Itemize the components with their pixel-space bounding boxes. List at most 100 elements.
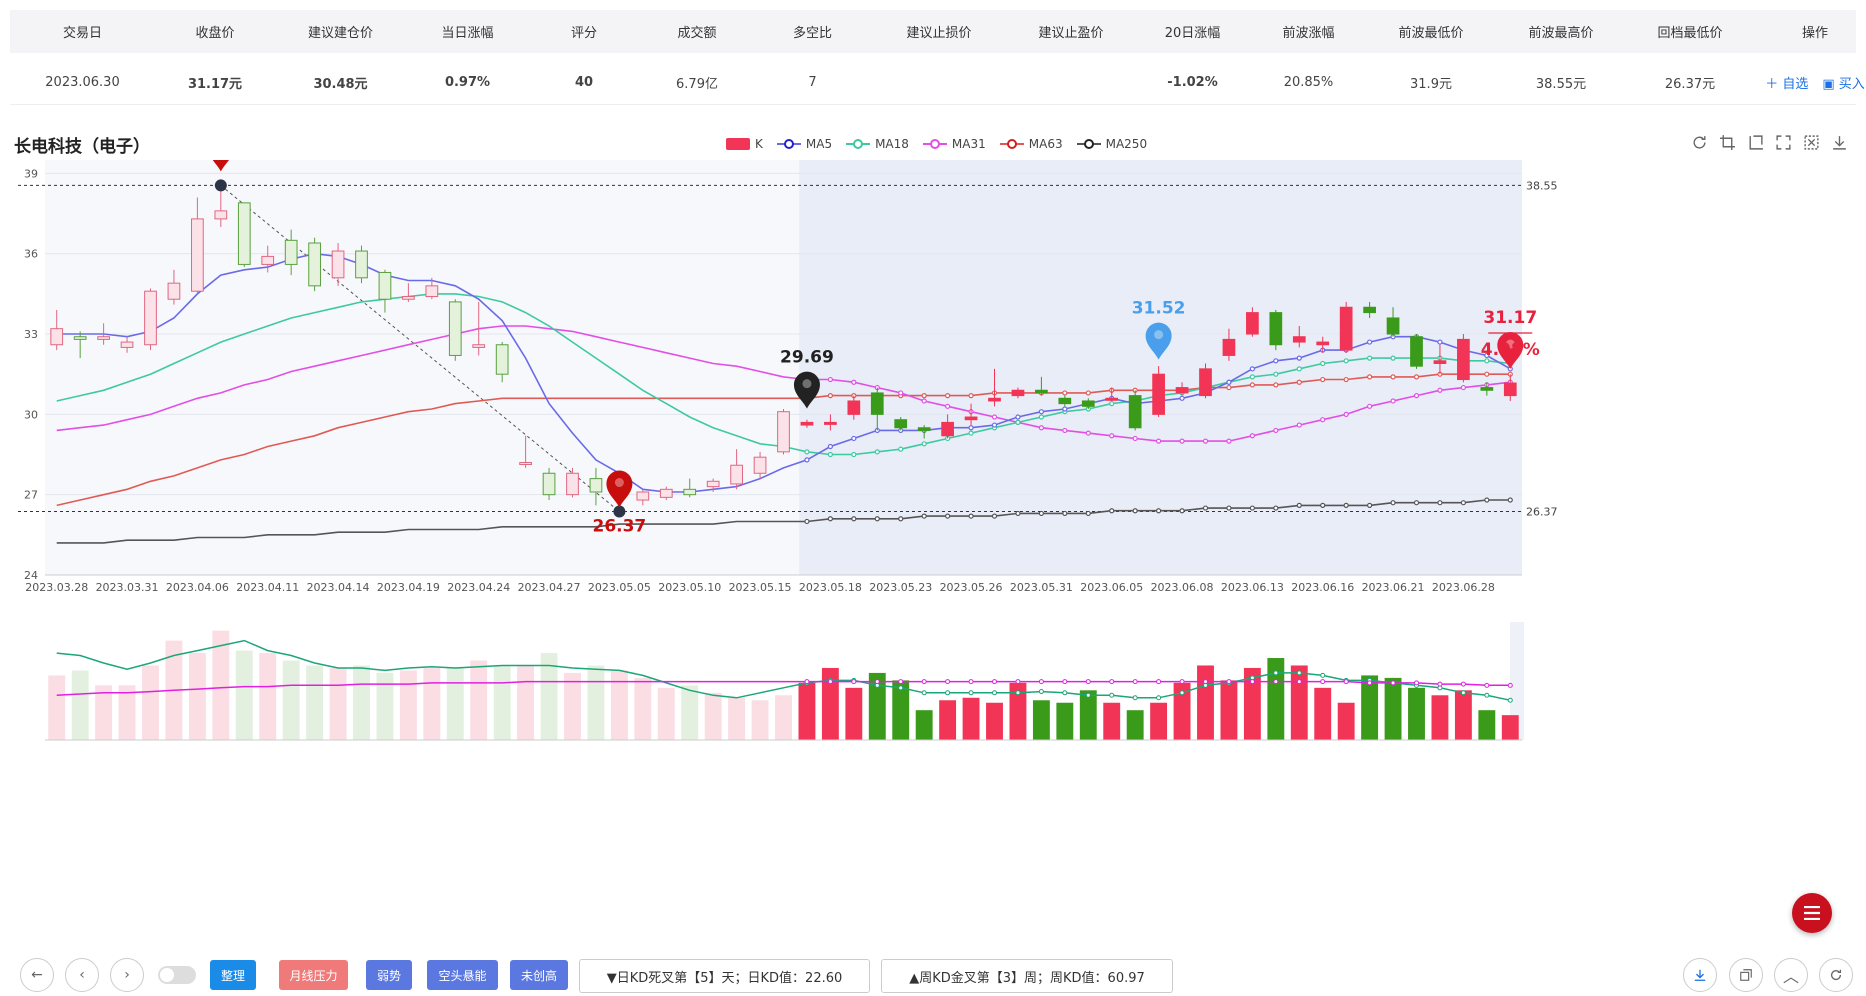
- scroll-top-button[interactable]: ︿: [1774, 958, 1808, 992]
- ma250-point: [1273, 505, 1279, 511]
- ma18-point: [804, 449, 810, 455]
- download-button[interactable]: [1683, 958, 1717, 992]
- volume-bar: [376, 672, 394, 740]
- cell-prev-wave: 20.85%: [1283, 74, 1334, 90]
- marker-label: 31.52: [1132, 299, 1186, 319]
- col-header-prev-low[interactable]: 前波最低价: [1366, 10, 1496, 53]
- col-header-entry[interactable]: 建议建仓价: [275, 10, 406, 53]
- candle-body: [237, 202, 251, 265]
- x-tick-label: 2023.04.11: [236, 581, 299, 594]
- col-header-ratio[interactable]: 多空比: [755, 10, 870, 53]
- menu-fab[interactable]: [1792, 893, 1832, 933]
- col-header-score[interactable]: 评分: [529, 10, 639, 53]
- refresh-icon[interactable]: [1691, 134, 1708, 151]
- download-icon: [1694, 969, 1706, 981]
- ma31-point: [1437, 387, 1443, 393]
- vol-line_a-point: [1460, 690, 1466, 696]
- tag-consolidate[interactable]: 整理: [210, 960, 256, 990]
- vol-line_b-point: [1343, 679, 1349, 685]
- volume-bar: [517, 665, 535, 740]
- candle-body: [753, 456, 767, 474]
- ma31-point: [1367, 403, 1373, 409]
- col-header-ops: 操作: [1801, 26, 1828, 41]
- kline-chart[interactable]: 24273033363938.5526.3738.5526.3729.6931.…: [0, 160, 1866, 900]
- legend-ma250[interactable]: MA250: [1076, 137, 1147, 151]
- vol-line_b-point: [827, 679, 833, 685]
- tag-weak[interactable]: 弱势: [366, 960, 412, 990]
- vol-line_b-point: [1203, 679, 1208, 685]
- ma250-point: [1015, 510, 1021, 517]
- vol-line_b-point: [1460, 681, 1466, 687]
- legend-k[interactable]: K: [726, 137, 763, 151]
- volume-bar: [1056, 702, 1074, 740]
- select-icon[interactable]: [1803, 134, 1820, 151]
- buy-button[interactable]: ▣ 买入: [1822, 73, 1864, 92]
- back-button[interactable]: ←: [20, 958, 54, 992]
- vol-line_b-point: [1085, 679, 1091, 685]
- tag-no-new-high[interactable]: 未创高: [510, 960, 568, 990]
- candle-body: [1503, 382, 1517, 397]
- add-watchlist-button[interactable]: ＋ 自选: [1765, 73, 1808, 92]
- ma31-point: [1156, 438, 1162, 444]
- ma5-point: [968, 425, 974, 431]
- col-header-amount[interactable]: 成交额: [639, 10, 755, 53]
- ma5-point: [827, 443, 833, 450]
- volume-bar: [423, 667, 441, 740]
- cell-pullback-low: 26.37元: [1664, 76, 1716, 92]
- col-header-change[interactable]: 当日涨幅: [406, 10, 529, 53]
- mode-toggle[interactable]: [158, 966, 196, 984]
- candle-body: [378, 271, 392, 300]
- prev-button[interactable]: ‹: [65, 958, 99, 992]
- download-chart-icon[interactable]: [1831, 134, 1848, 151]
- ma31-point: [945, 403, 951, 409]
- zoom-back-icon[interactable]: [1747, 134, 1764, 151]
- ma31-point: [1202, 438, 1209, 444]
- next-button[interactable]: ›: [110, 958, 144, 992]
- candle-body: [1152, 373, 1165, 415]
- vol-line_a-point: [1156, 695, 1162, 701]
- crop-icon[interactable]: [1719, 134, 1736, 151]
- candle-body: [495, 344, 509, 375]
- volume-bar: [1126, 710, 1144, 740]
- candle-body: [167, 282, 181, 300]
- ma5-point: [1226, 379, 1232, 385]
- vol-line_b-point: [898, 679, 904, 685]
- x-tick-label: 2023.05.05: [588, 581, 651, 594]
- col-header-date[interactable]: 交易日: [10, 10, 155, 53]
- app-root: 交易日 收盘价 建议建仓价 当日涨幅 评分 成交额 多空比 建议止损价 建议止盈…: [0, 0, 1866, 996]
- tag-monthly-pressure[interactable]: 月线压力: [279, 960, 348, 990]
- col-header-close[interactable]: 收盘价: [155, 10, 275, 53]
- volume-bar: [188, 653, 206, 740]
- ma250-point: [1062, 510, 1068, 517]
- legend-ma31[interactable]: MA31: [922, 137, 986, 151]
- col-header-stop-loss[interactable]: 建议止损价: [870, 10, 1008, 53]
- ma31-point: [1109, 433, 1115, 439]
- chevron-right-icon: ›: [124, 967, 130, 983]
- legend-ma18[interactable]: MA18: [846, 137, 909, 151]
- x-tick-label: 2023.06.28: [1432, 581, 1495, 594]
- volume-bar: [142, 665, 159, 740]
- copy-button[interactable]: [1729, 958, 1763, 992]
- col-header-prev-high[interactable]: 前波最高价: [1496, 10, 1626, 53]
- col-header-take-profit[interactable]: 建议止盈价: [1008, 10, 1134, 53]
- buy-label: 买入: [1838, 76, 1865, 92]
- cell-score: 40: [574, 74, 594, 90]
- ma63-point: [1085, 390, 1091, 396]
- table-row[interactable]: 2023.06.30 31.17元 30.48元 0.97% 40 6.79亿 …: [10, 60, 1865, 105]
- ma250-point: [1437, 500, 1443, 506]
- ma31-point: [1226, 438, 1232, 444]
- col-header-pullback-low[interactable]: 回档最低价: [1626, 10, 1754, 53]
- refresh-button[interactable]: [1819, 958, 1853, 992]
- restore-icon[interactable]: [1775, 134, 1792, 151]
- tag-short-energy[interactable]: 空头悬能: [427, 960, 498, 990]
- volume-bar: [259, 653, 277, 740]
- vol-line_b-point: [1414, 680, 1419, 686]
- col-header-prev-wave[interactable]: 前波涨幅: [1251, 10, 1366, 53]
- candle-body: [1058, 397, 1072, 405]
- menu-icon: [1804, 906, 1820, 920]
- legend-ma63[interactable]: MA63: [999, 137, 1063, 151]
- legend-ma5[interactable]: MA5: [776, 137, 832, 151]
- candle-body: [519, 462, 532, 466]
- col-header-chg20[interactable]: 20日涨幅: [1134, 10, 1251, 53]
- x-tick-label: 2023.06.08: [1151, 581, 1214, 594]
